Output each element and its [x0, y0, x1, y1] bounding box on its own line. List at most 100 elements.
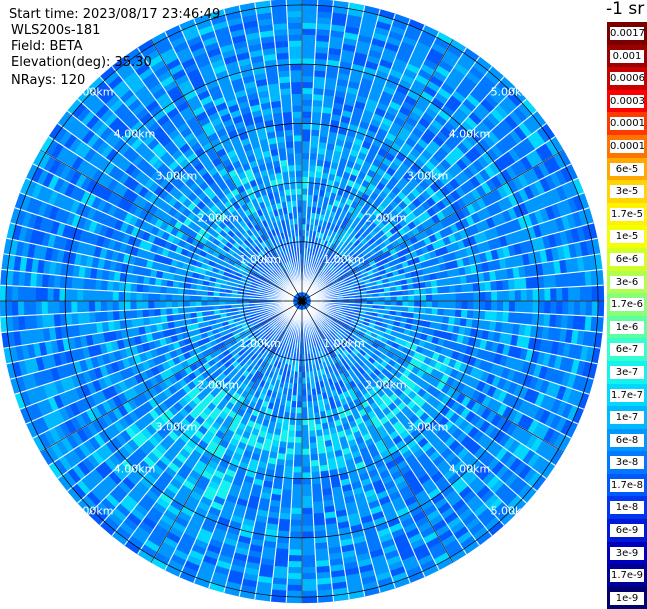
heatmap-cell — [302, 532, 314, 538]
heatmap-cell — [509, 290, 515, 301]
heatmap-cell — [294, 449, 302, 455]
heatmap-cell — [520, 277, 527, 289]
heatmap-cell — [59, 288, 65, 301]
heatmap-cell — [438, 301, 444, 308]
heatmap-cell — [89, 301, 95, 312]
heatmap-cell — [302, 443, 310, 449]
heatmap-cell — [136, 301, 142, 310]
heatmap-cell — [473, 310, 480, 320]
heatmap-cell — [598, 301, 604, 317]
heatmap-cell — [311, 118, 321, 125]
heatmap-cell — [291, 502, 302, 508]
heatmap-cell — [309, 165, 316, 171]
heatmap-cell — [426, 294, 432, 301]
heatmap-cell — [295, 437, 302, 443]
heatmap-cell — [313, 501, 324, 508]
heatmap-cell — [0, 301, 6, 317]
heatmap-cell — [71, 289, 77, 301]
heatmap-cell — [450, 301, 456, 309]
heatmap-cell — [89, 290, 95, 301]
heatmap-cell — [287, 585, 302, 591]
heatmap-cell — [302, 484, 312, 490]
heatmap-cell — [312, 484, 322, 491]
heatmap-cell — [302, 543, 315, 549]
heatmap-cell — [142, 293, 148, 301]
heatmap-cell — [95, 301, 101, 312]
heatmap-cell — [461, 309, 468, 318]
heatmap-cell — [437, 286, 443, 294]
heatmap-cell — [449, 285, 456, 293]
heatmap-cell — [437, 308, 443, 316]
heatmap-cell — [282, 489, 293, 496]
heatmap-cell — [148, 293, 154, 301]
heatmap-cell — [289, 538, 302, 544]
heatmap-cell — [293, 461, 302, 467]
heatmap-cell — [292, 484, 302, 490]
heatmap-cell — [549, 274, 556, 288]
heatmap-cell — [113, 281, 120, 291]
heatmap-cell — [302, 52, 315, 58]
heatmap-cell — [556, 287, 562, 301]
heatmap-cell — [154, 308, 160, 316]
heatmap-cell — [502, 279, 509, 290]
heatmap-cell — [118, 291, 124, 301]
heatmap-cell — [124, 301, 130, 310]
heatmap-cell — [291, 514, 302, 520]
heatmap-cell — [293, 472, 302, 478]
heatmap-cell — [160, 286, 166, 294]
heatmap-cell — [296, 413, 302, 419]
heatmap-cell — [142, 284, 149, 293]
heatmap-cell — [562, 301, 568, 315]
heatmap-cell — [302, 402, 308, 408]
heatmap-cell — [154, 293, 160, 301]
heatmap-cell — [302, 94, 313, 100]
heatmap-cell — [302, 407, 308, 413]
heatmap-cell — [41, 301, 47, 315]
heatmap-cell — [302, 567, 316, 573]
heatmap-cell — [302, 100, 313, 106]
heatmap-cell — [148, 285, 155, 293]
heatmap-cell — [312, 112, 322, 119]
heatmap-cell — [403, 295, 409, 301]
heatmap-cell — [302, 467, 311, 473]
heatmap-cell — [18, 301, 24, 316]
heatmap-cell — [288, 555, 302, 561]
heatmap-cell — [586, 301, 592, 316]
heatmap-cell — [302, 135, 311, 141]
heatmap-cell — [178, 301, 184, 308]
heatmap-cell — [83, 278, 90, 290]
heatmap-cell — [302, 413, 308, 419]
heatmap-cell — [295, 419, 302, 425]
heatmap-cell — [53, 301, 59, 314]
heatmap-cell — [479, 301, 485, 311]
heatmap-cell — [496, 280, 503, 291]
heatmap-cell — [280, 507, 291, 514]
heatmap-cell — [166, 308, 172, 315]
heatmap-cell — [302, 165, 309, 171]
heatmap-cell — [289, 549, 302, 555]
heatmap-cell — [302, 591, 317, 597]
heatmap-cell — [313, 76, 325, 83]
heatmap-cell — [30, 301, 36, 315]
heatmap-cell — [131, 310, 138, 319]
heatmap-cell — [302, 425, 309, 431]
heatmap-cell — [65, 301, 71, 313]
heatmap-cell — [544, 301, 550, 314]
heatmap-cell — [124, 292, 130, 301]
heatmap-cell — [432, 308, 438, 315]
heatmap-cell — [286, 597, 302, 603]
heatmap-cell — [420, 301, 426, 308]
heatmap-cell — [101, 280, 108, 291]
heatmap-cell — [24, 286, 30, 301]
heatmap-cell — [101, 311, 108, 322]
heatmap-cell — [456, 293, 462, 301]
heatmap-cell — [172, 301, 178, 308]
heatmap-cell — [473, 292, 479, 301]
heatmap-cell — [189, 301, 195, 307]
heatmap-cell — [473, 282, 480, 292]
heatmap-cell — [302, 573, 317, 579]
heatmap-cell — [71, 277, 78, 289]
heatmap-cell — [287, 591, 302, 597]
heatmap-cell — [314, 525, 326, 532]
heatmap-cell — [455, 309, 462, 318]
